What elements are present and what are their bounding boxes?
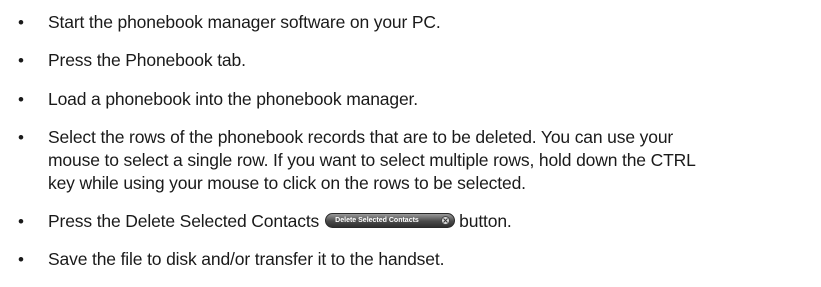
step-text: Start the phonebook manager software on … xyxy=(48,12,441,32)
bullet: • xyxy=(18,13,24,32)
step-text-before: Press the Delete Selected Contacts xyxy=(48,211,320,231)
bullet: • xyxy=(18,250,24,269)
bullet: • xyxy=(18,51,24,70)
step-text-line: key while using your mouse to click on t… xyxy=(48,173,526,193)
bullet: • xyxy=(18,128,24,147)
step-text: Press the Delete Selected Contacts Delete… xyxy=(48,210,818,233)
button-label: Delete Selected Contacts xyxy=(335,216,419,224)
step-text: Load a phonebook into the phonebook mana… xyxy=(48,89,418,109)
bullet: • xyxy=(18,90,24,109)
step-text: Select the rows of the phonebook records… xyxy=(48,126,818,195)
step-text: Save the file to disk and/or transfer it… xyxy=(48,249,445,269)
close-x-icon xyxy=(441,215,451,225)
step-text-line: mouse to select a single row. If you wan… xyxy=(48,150,696,170)
bullet: • xyxy=(18,212,24,231)
instruction-list: • Start the phonebook manager software o… xyxy=(0,0,821,287)
step-text: Press the Phonebook tab. xyxy=(48,50,246,70)
step-text-after: button. xyxy=(459,211,512,231)
delete-selected-contacts-button-image: Delete Selected Contacts xyxy=(325,212,456,228)
step-text-line: Select the rows of the phonebook records… xyxy=(48,127,674,147)
